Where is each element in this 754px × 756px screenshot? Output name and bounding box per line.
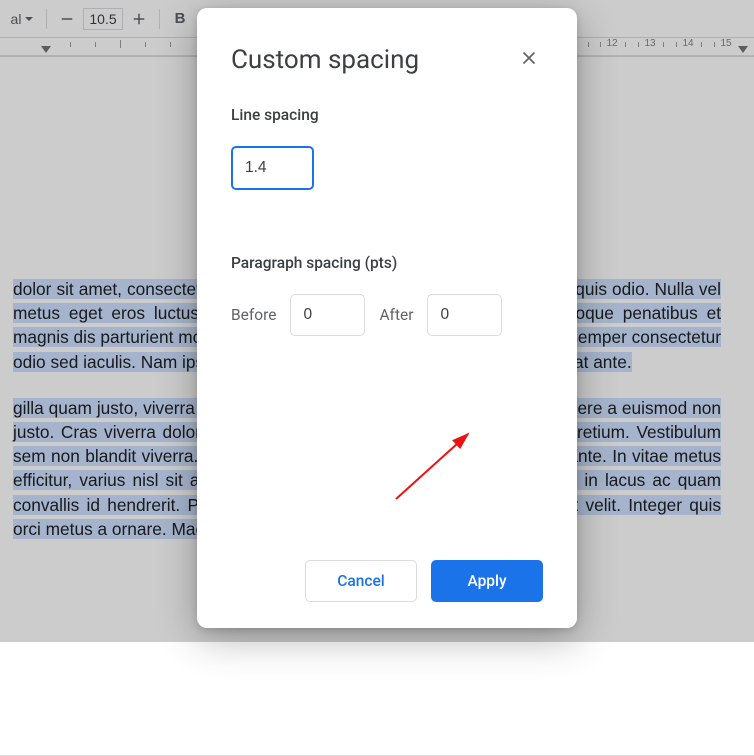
before-label: Before — [231, 306, 276, 324]
close-icon — [519, 48, 539, 68]
paragraph-spacing-section-label: Paragraph spacing (pts) — [231, 254, 543, 272]
dialog-title: Custom spacing — [231, 45, 419, 75]
dialog-close-button[interactable] — [515, 44, 543, 76]
line-spacing-section-label: Line spacing — [231, 106, 543, 124]
spacing-after-input[interactable] — [427, 294, 502, 336]
apply-button[interactable]: Apply — [431, 560, 543, 602]
line-spacing-input[interactable] — [231, 146, 314, 190]
after-label: After — [379, 306, 413, 324]
cancel-button[interactable]: Cancel — [305, 560, 417, 602]
spacing-before-input[interactable] — [290, 294, 365, 336]
custom-spacing-dialog: Custom spacing Line spacing Paragraph sp… — [197, 8, 577, 628]
